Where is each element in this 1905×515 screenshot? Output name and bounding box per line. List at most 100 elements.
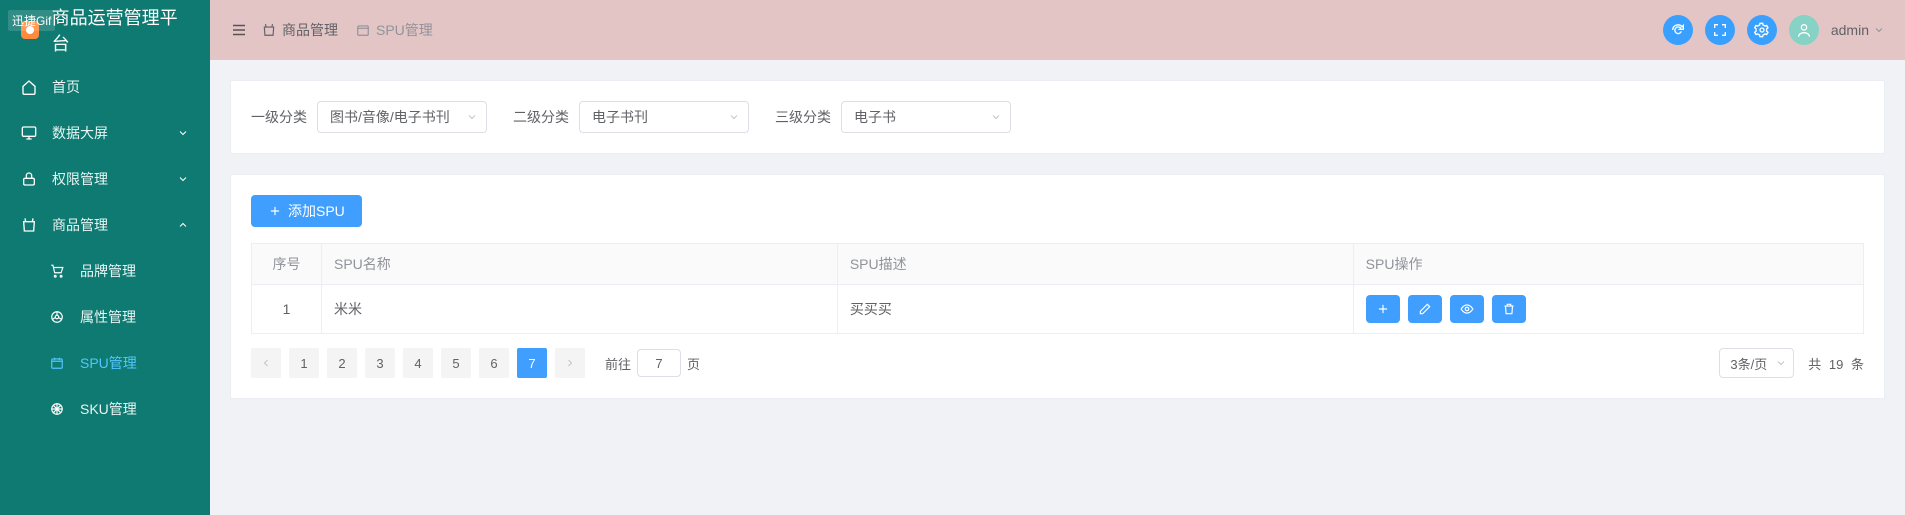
cell-ops: [1353, 285, 1863, 334]
chevron-down-icon: [1873, 24, 1885, 36]
table-header-row: 序号 SPU名称 SPU描述 SPU操作: [252, 244, 1864, 285]
breadcrumb-label: 商品管理: [282, 20, 338, 40]
chevron-left-icon: [260, 357, 272, 369]
row-delete-button[interactable]: [1492, 295, 1526, 323]
filter-level2: 二级分类 电子书刊: [513, 101, 749, 133]
th-desc: SPU描述: [837, 244, 1353, 285]
chevron-down-icon: [1775, 357, 1787, 369]
breadcrumb-spu[interactable]: SPU管理: [356, 20, 433, 40]
content: 一级分类 图书/音像/电子书刊 二级分类 电子书刊: [210, 60, 1905, 419]
avatar[interactable]: [1789, 15, 1819, 45]
sidebar-header: 迅捷Gif 商品运营管理平台: [0, 0, 210, 60]
page-5[interactable]: 5: [441, 348, 471, 378]
filter-level3: 三级分类 电子书: [775, 101, 1011, 133]
select-value: 电子书: [854, 107, 896, 127]
sidebar-item-home[interactable]: 首页: [0, 64, 210, 110]
goto-page-input[interactable]: [637, 349, 681, 377]
sidebar-menu: 首页 数据大屏 权限管理 商品管理: [0, 60, 210, 436]
chevron-down-icon: [728, 111, 740, 123]
breadcrumb-goods[interactable]: 商品管理: [262, 20, 338, 40]
sidebar-item-label: 权限管理: [52, 169, 108, 189]
chevron-up-icon: [176, 218, 190, 232]
refresh-button[interactable]: [1663, 15, 1693, 45]
sidebar-item-label: SPU管理: [80, 353, 137, 373]
total-number: 19: [1829, 357, 1843, 372]
sidebar: 迅捷Gif 商品运营管理平台 首页 数据大屏: [0, 0, 210, 515]
calendar-icon: [48, 354, 66, 372]
page-4[interactable]: 4: [403, 348, 433, 378]
select-value: 图书/音像/电子书刊: [330, 107, 450, 127]
chevron-down-icon: [176, 172, 190, 186]
cell-index: 1: [252, 285, 322, 334]
lock-icon: [20, 170, 38, 188]
sidebar-item-auth[interactable]: 权限管理: [0, 156, 210, 202]
sidebar-submenu-goods: 品牌管理 属性管理 SPU管理 SKU管理: [0, 248, 210, 432]
app-title: 商品运营管理平台: [52, 4, 194, 56]
gif-badge: 迅捷Gif: [8, 10, 55, 31]
row-view-button[interactable]: [1450, 295, 1484, 323]
filter-label: 一级分类: [251, 107, 307, 127]
filter-card: 一级分类 图书/音像/电子书刊 二级分类 电子书刊: [230, 80, 1885, 154]
breadcrumb: 商品管理 SPU管理: [262, 20, 433, 40]
cell-name: 米米: [322, 285, 838, 334]
sidebar-item-label: 品牌管理: [80, 261, 136, 281]
goto-prefix: 前往: [605, 354, 631, 373]
th-name: SPU名称: [322, 244, 838, 285]
bag-icon: [262, 23, 276, 37]
chevron-right-icon: [564, 357, 576, 369]
level1-select[interactable]: 图书/音像/电子书刊: [317, 101, 487, 133]
bag-icon: [20, 216, 38, 234]
page-7[interactable]: 7: [517, 348, 547, 378]
sidebar-item-spu[interactable]: SPU管理: [0, 340, 210, 386]
total-count: 共 19 条: [1808, 354, 1864, 373]
page-3[interactable]: 3: [365, 348, 395, 378]
sidebar-item-label: 首页: [52, 77, 80, 97]
sidebar-item-dashboard[interactable]: 数据大屏: [0, 110, 210, 156]
total-suffix: 条: [1851, 357, 1864, 372]
page-next-button[interactable]: [555, 348, 585, 378]
goto-suffix: 页: [687, 354, 700, 373]
spu-table: 序号 SPU名称 SPU描述 SPU操作 1 米米 买买买: [251, 243, 1864, 334]
add-spu-button[interactable]: 添加SPU: [251, 195, 362, 227]
row-edit-button[interactable]: [1408, 295, 1442, 323]
sidebar-item-label: 属性管理: [80, 307, 136, 327]
row-add-button[interactable]: [1366, 295, 1400, 323]
filter-label: 二级分类: [513, 107, 569, 127]
level2-select[interactable]: 电子书刊: [579, 101, 749, 133]
total-prefix: 共: [1808, 357, 1821, 372]
page-6[interactable]: 6: [479, 348, 509, 378]
home-icon: [20, 78, 38, 96]
chrome-icon: [48, 308, 66, 326]
page-size-select[interactable]: 3条/页: [1719, 348, 1794, 378]
plus-icon: [268, 204, 282, 218]
filter-level1: 一级分类 图书/音像/电子书刊: [251, 101, 487, 133]
th-index: 序号: [252, 244, 322, 285]
calendar-icon: [356, 23, 370, 37]
sidebar-item-label: SKU管理: [80, 399, 137, 419]
fullscreen-button[interactable]: [1705, 15, 1735, 45]
cell-desc: 买买买: [837, 285, 1353, 334]
select-value: 电子书刊: [592, 107, 648, 127]
level3-select[interactable]: 电子书: [841, 101, 1011, 133]
sidebar-item-attr[interactable]: 属性管理: [0, 294, 210, 340]
settings-button[interactable]: [1747, 15, 1777, 45]
monitor-icon: [20, 124, 38, 142]
page-prev-button[interactable]: [251, 348, 281, 378]
sidebar-item-goods[interactable]: 商品管理: [0, 202, 210, 248]
plus-icon: [1376, 302, 1390, 316]
main: 商品管理 SPU管理 admin: [210, 0, 1905, 515]
sidebar-item-sku[interactable]: SKU管理: [0, 386, 210, 432]
filters: 一级分类 图书/音像/电子书刊 二级分类 电子书刊: [251, 101, 1864, 133]
orange-icon: [48, 400, 66, 418]
chevron-down-icon: [466, 111, 478, 123]
page-2[interactable]: 2: [327, 348, 357, 378]
chevron-down-icon: [990, 111, 1002, 123]
user-menu[interactable]: admin: [1831, 22, 1885, 38]
eye-icon: [1459, 302, 1475, 316]
page-1[interactable]: 1: [289, 348, 319, 378]
button-label: 添加SPU: [288, 201, 345, 221]
sidebar-item-brand[interactable]: 品牌管理: [0, 248, 210, 294]
menu-toggle-icon[interactable]: [230, 21, 248, 39]
breadcrumb-label: SPU管理: [376, 20, 433, 40]
sidebar-item-label: 数据大屏: [52, 123, 108, 143]
